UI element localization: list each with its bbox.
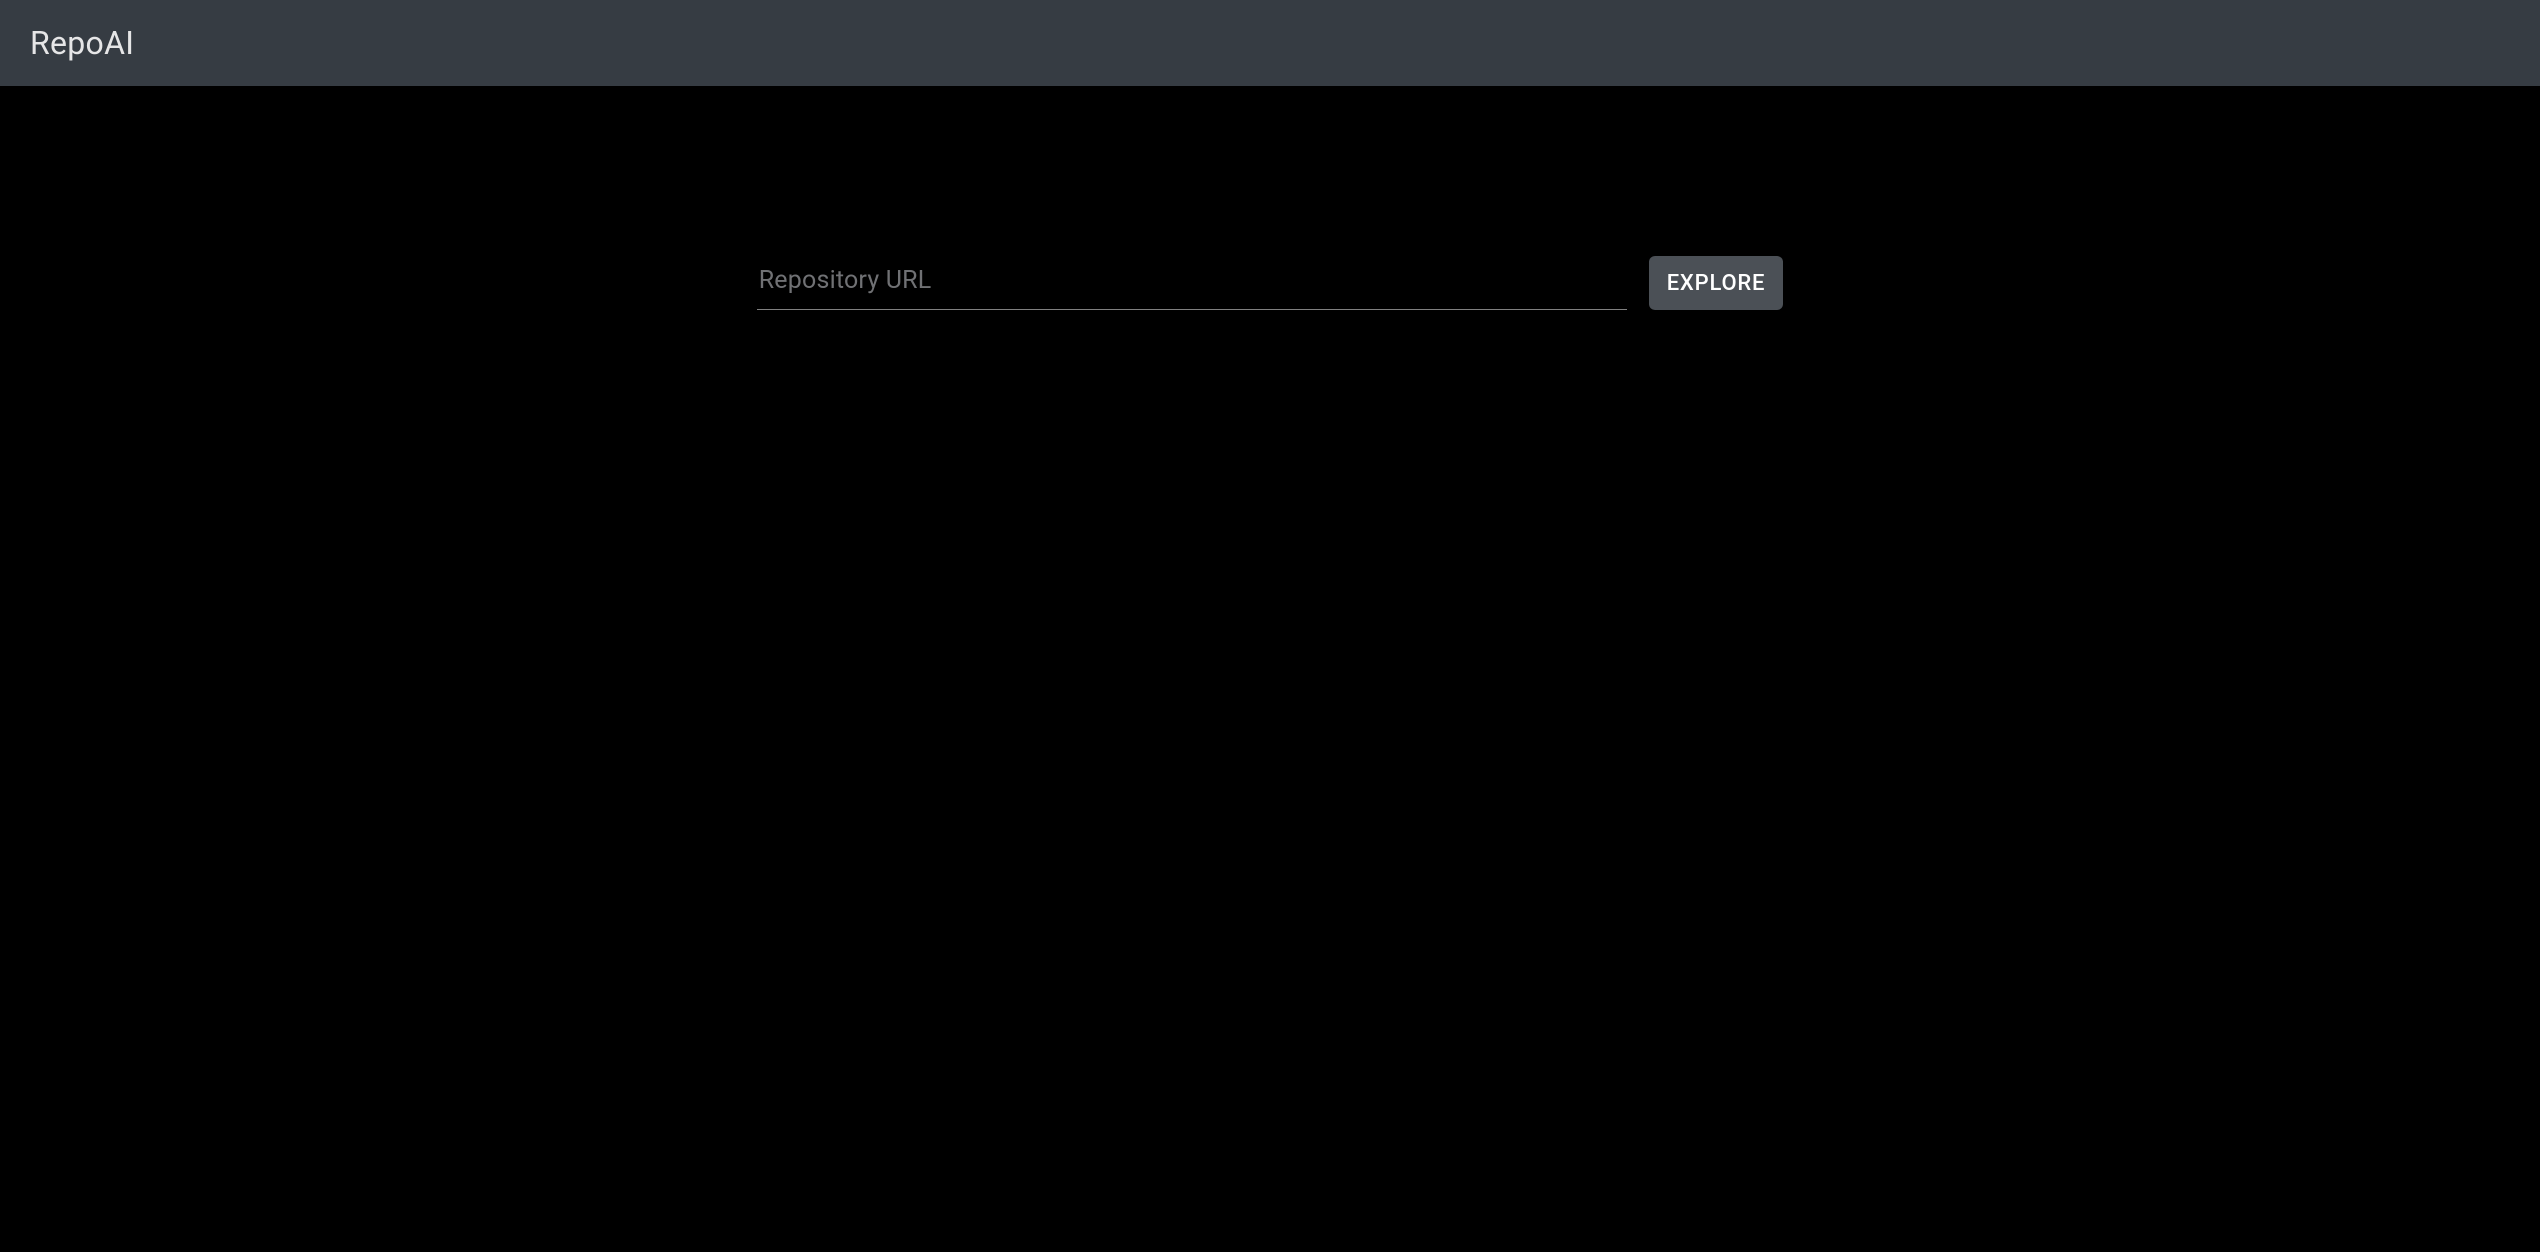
- main-area: Repository URL EXPLORE: [0, 86, 2540, 310]
- explore-button[interactable]: EXPLORE: [1649, 256, 1784, 310]
- repo-url-input[interactable]: [757, 256, 1627, 310]
- app-title: RepoAI: [30, 24, 134, 62]
- app-header: RepoAI: [0, 0, 2540, 86]
- search-row: Repository URL EXPLORE: [757, 256, 1784, 310]
- repo-input-wrap: Repository URL: [757, 256, 1627, 310]
